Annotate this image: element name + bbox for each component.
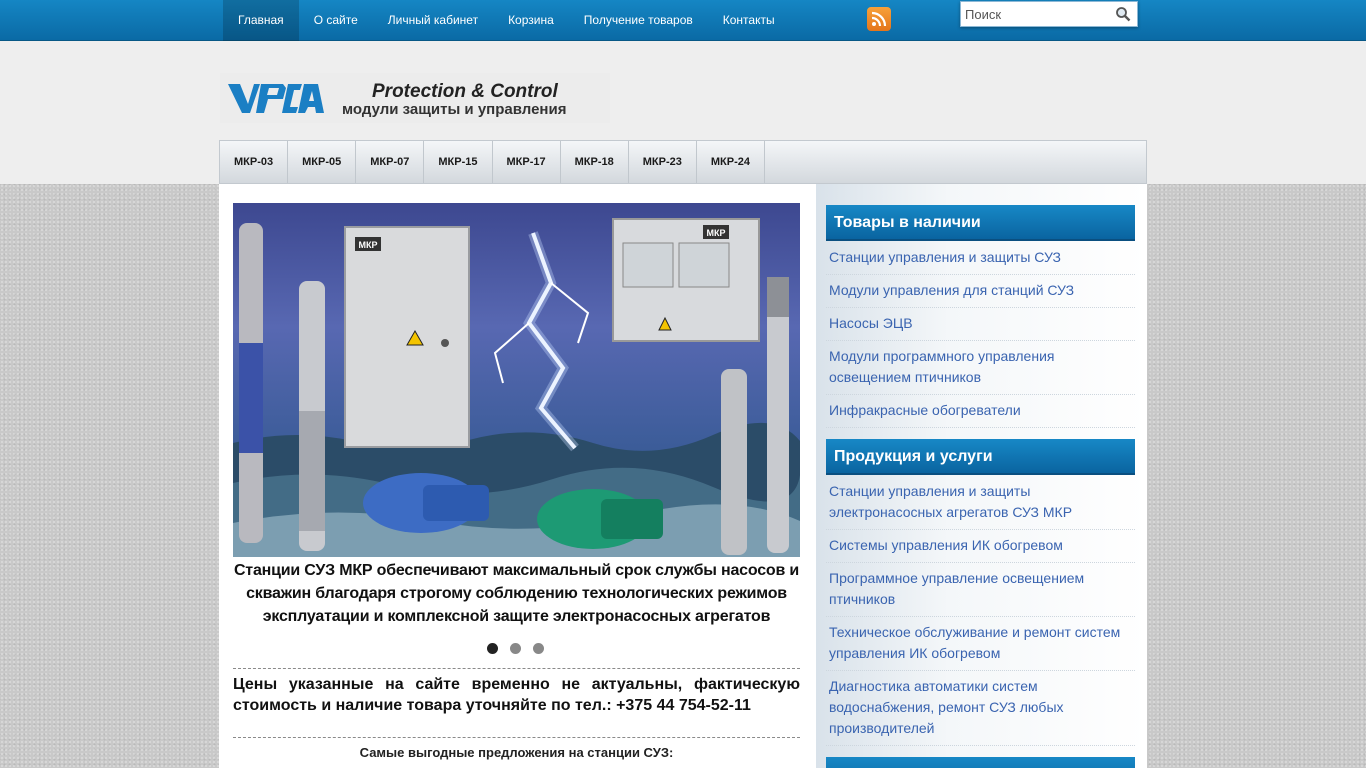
stock-link-modules[interactable]: Модули управления для станций СУЗ [829, 282, 1074, 298]
main-content: МКР МКР Станции СУЗ МКР обеспечивают мак… [219, 184, 816, 768]
stock-link-heaters[interactable]: Инфракрасные обогреватели [829, 402, 1021, 418]
site-logo[interactable]: Protection & Control модули защиты и упр… [220, 73, 610, 123]
slider-dot-3[interactable] [533, 643, 544, 654]
rss-icon[interactable] [867, 7, 891, 31]
list-item: Насосы ЭЦВ [826, 308, 1135, 341]
list-item: Модули управления для станций СУЗ [826, 275, 1135, 308]
search-input[interactable] [961, 2, 1111, 26]
banner-image: МКР МКР [233, 218, 800, 557]
nav-contacts[interactable]: Контакты [708, 0, 790, 41]
list-item: Модули программного управления освещение… [826, 341, 1135, 395]
stock-link-pumps[interactable]: Насосы ЭЦВ [829, 315, 913, 331]
box-label: МКР [707, 228, 726, 238]
product-link-diagnostics[interactable]: Диагностика автоматики систем водоснабже… [829, 678, 1064, 736]
slide-caption: Станции СУЗ МКР обеспечивают максимальны… [233, 562, 800, 625]
prodnav-mkr-18[interactable]: МКР-18 [561, 141, 629, 183]
box-label: МКР [359, 240, 378, 250]
slider-dots [487, 643, 544, 654]
stock-link-suz[interactable]: Станции управления и защиты СУЗ [829, 249, 1061, 265]
banner-slider[interactable]: МКР МКР [233, 203, 800, 557]
third-widget-title [826, 757, 1135, 768]
nav-home[interactable]: Главная [223, 0, 299, 41]
slider-dot-1[interactable] [487, 643, 498, 654]
list-item: Инфракрасные обогреватели [826, 395, 1135, 428]
list-item: Программное управление освещением птични… [826, 563, 1135, 617]
price-notice: Цены указанные на сайте временно не акту… [233, 676, 800, 714]
sidebar: Товары в наличии Станции управления и за… [816, 184, 1147, 768]
logo-tagline-ru: модули защиты и управления [342, 101, 567, 118]
prodnav-mkr-05[interactable]: МКР-05 [288, 141, 357, 183]
products-list: Станции управления и защиты электронасос… [826, 476, 1135, 746]
top-navigation: Главная О сайте Личный кабинет Корзина П… [223, 0, 790, 41]
nav-account[interactable]: Личный кабинет [373, 0, 493, 41]
nav-cart[interactable]: Корзина [493, 0, 569, 41]
logo-tagline-en: Protection & Control [372, 81, 558, 102]
stock-list: Станции управления и защиты СУЗ Модули у… [826, 242, 1135, 428]
nav-about[interactable]: О сайте [299, 0, 373, 41]
nav-delivery[interactable]: Получение товаров [569, 0, 708, 41]
product-link-suz-mkr[interactable]: Станции управления и защиты электронасос… [829, 483, 1072, 520]
list-item: Техническое обслуживание и ремонт систем… [826, 617, 1135, 671]
stock-link-lighting[interactable]: Модули программного управления освещение… [829, 348, 1054, 385]
prodnav-mkr-15[interactable]: МКР-15 [424, 141, 493, 183]
product-link-ir-control[interactable]: Системы управления ИК обогревом [829, 537, 1063, 553]
list-item: Диагностика автоматики систем водоснабже… [826, 671, 1135, 746]
list-item: Системы управления ИК обогревом [826, 530, 1135, 563]
divider [233, 737, 800, 738]
stock-widget-title: Товары в наличии [826, 205, 1135, 241]
list-item: Станции управления и защиты электронасос… [826, 476, 1135, 530]
prodnav-mkr-23[interactable]: МКР-23 [629, 141, 697, 183]
product-navigation: МКР-03 МКР-05 МКР-07 МКР-15 МКР-17 МКР-1… [219, 140, 1147, 184]
product-link-lighting[interactable]: Программное управление освещением птични… [829, 570, 1084, 607]
search-icon[interactable] [1115, 6, 1131, 27]
divider [233, 668, 800, 669]
prodnav-mkr-03[interactable]: МКР-03 [220, 141, 289, 183]
product-link-service[interactable]: Техническое обслуживание и ремонт систем… [829, 624, 1120, 661]
prodnav-mkr-17[interactable]: МКР-17 [493, 141, 561, 183]
products-widget-title: Продукция и услуги [826, 439, 1135, 475]
logo-mark-icon [228, 84, 324, 113]
slider-dot-2[interactable] [510, 643, 521, 654]
prodnav-mkr-07[interactable]: МКР-07 [356, 141, 425, 183]
prodnav-mkr-24[interactable]: МКР-24 [697, 141, 765, 183]
list-item: Станции управления и защиты СУЗ [826, 242, 1135, 275]
top-bar: Главная О сайте Личный кабинет Корзина П… [0, 0, 1366, 41]
best-offers-heading: Самые выгодные предложения на станции СУ… [359, 745, 674, 760]
search-box [960, 1, 1138, 27]
